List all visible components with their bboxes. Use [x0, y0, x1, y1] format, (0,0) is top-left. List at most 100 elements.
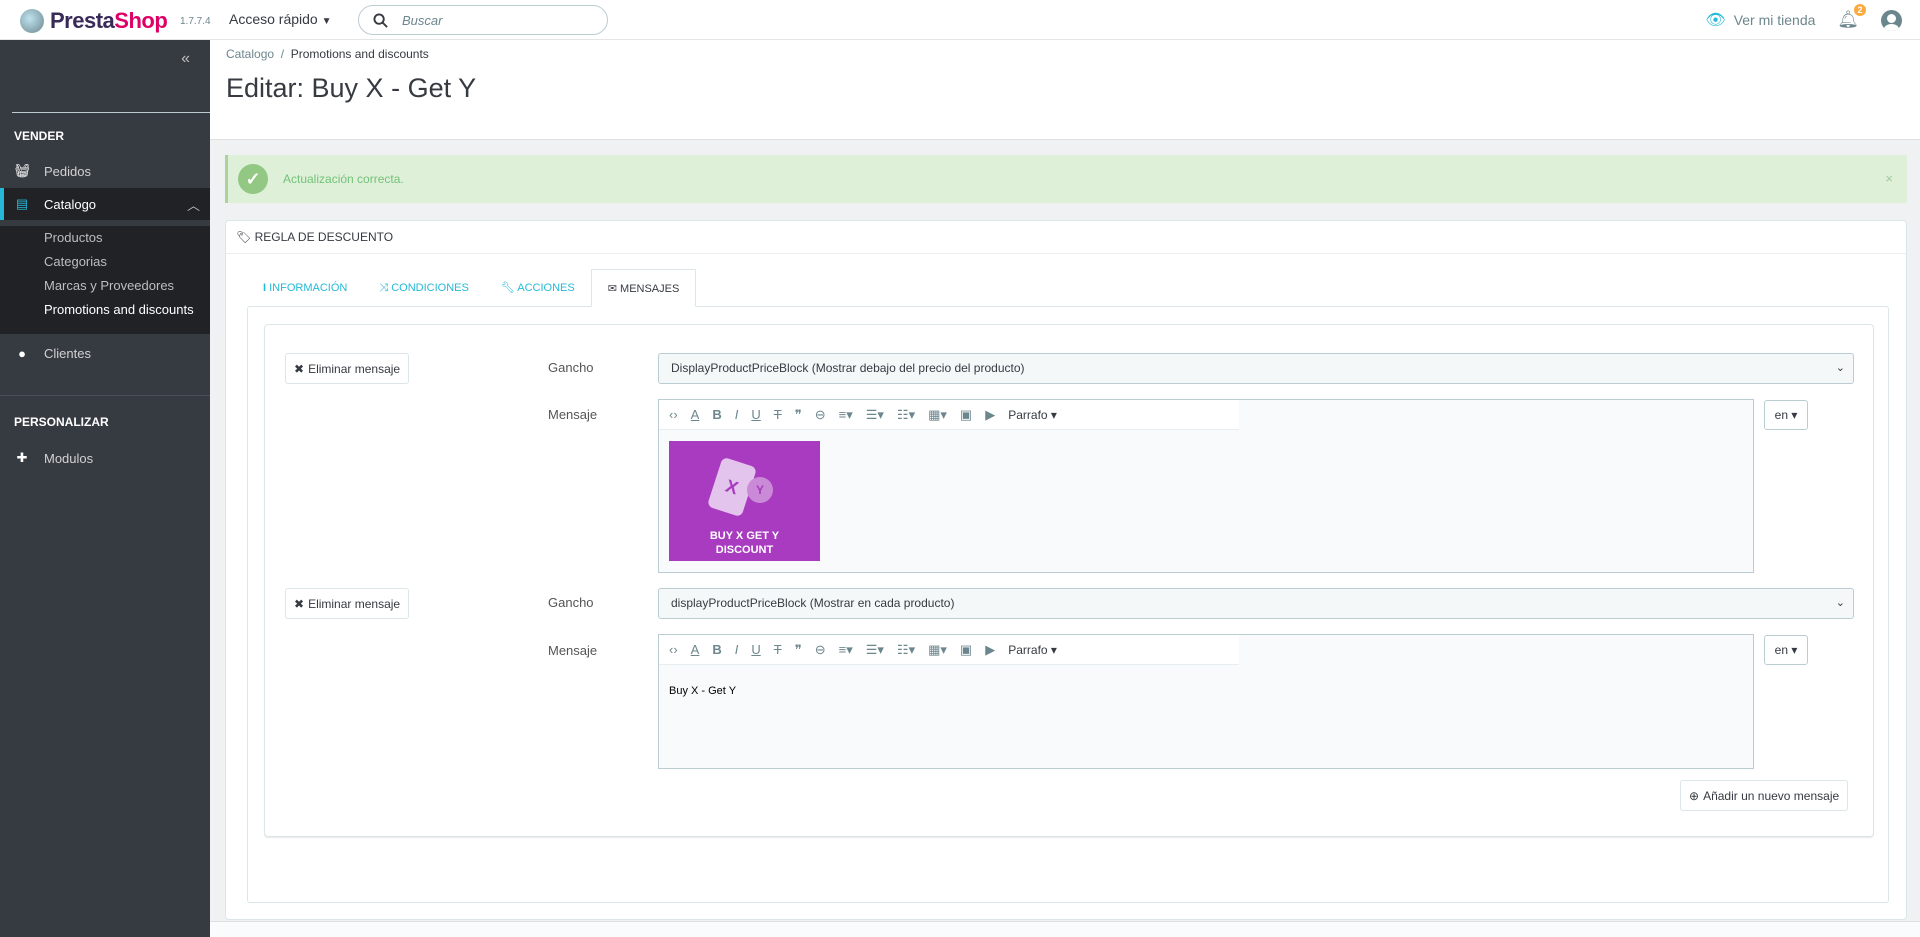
language-dropdown[interactable]: en ▾: [1764, 400, 1808, 430]
link-icon[interactable]: ⊖: [815, 642, 826, 658]
message-editor[interactable]: ‹› A B I U T ❞ ⊖ ≡▾ ☰▾ ☷▾ ▦▾ ▣ ▶ Parrafo ▾ Buy X - Get…: [658, 634, 1754, 769]
check-circle-icon: ✓: [238, 164, 268, 194]
video-icon[interactable]: ▶: [985, 642, 995, 658]
tab-label: MENSAJES: [620, 283, 680, 295]
discount-rule-card: 🏷︎ REGLA DE DESCUENTO i INFORMACIÓN ⤨ CO…: [225, 220, 1907, 920]
button-label: Eliminar mensaje: [308, 361, 401, 376]
tab-condiciones[interactable]: ⤨ CONDICIONES: [363, 269, 485, 307]
underline-icon[interactable]: U: [751, 407, 760, 422]
font-color-icon[interactable]: A: [691, 642, 700, 657]
hook-select[interactable]: displayProductPriceBlock (Mostrar en cad…: [658, 588, 1854, 619]
italic-icon[interactable]: I: [735, 407, 739, 422]
hook-label: Gancho: [548, 360, 594, 375]
quick-access-dropdown[interactable]: Acceso rápido ▼: [229, 11, 332, 27]
bold-icon[interactable]: B: [712, 407, 721, 422]
video-icon[interactable]: ▶: [985, 407, 995, 423]
code-view-icon[interactable]: ‹›: [669, 642, 678, 657]
info-icon: i: [263, 282, 267, 294]
image-icon[interactable]: ▣: [960, 642, 972, 658]
table-icon[interactable]: ▦▾: [928, 407, 947, 423]
sidebar: « VENDER 🧺︎ Pedidos ▤ Catalogo ︿ Productos …: [0, 40, 210, 937]
sidebar-item-label: Catalogo: [44, 196, 97, 212]
tab-acciones[interactable]: 🔧︎ ACCIONES: [485, 269, 591, 307]
font-color-icon[interactable]: A: [691, 407, 700, 422]
user-avatar-icon[interactable]: [1881, 9, 1902, 31]
image-caption-line: DISCOUNT: [715, 544, 774, 556]
brand-name: PrestaShop: [50, 8, 168, 33]
submenu-promotions[interactable]: Promotions and discounts: [0, 298, 210, 322]
image-icon[interactable]: ▣: [960, 407, 972, 423]
sidebar-divider: [12, 112, 210, 113]
top-bar: PrestaShop 1.7.7.4 Acceso rápido ▼ Busca…: [0, 0, 1920, 40]
code-view-icon[interactable]: ‹›: [669, 407, 678, 422]
tab-label: INFORMACIÓN: [269, 282, 348, 294]
message-editor[interactable]: ‹› A B I U T ❞ ⊖ ≡▾ ☰▾ ☷▾ ▦▾ ▣ ▶ Parrafo ▾ X Y BUY X G…: [658, 399, 1754, 573]
bold-icon[interactable]: B: [712, 642, 721, 657]
card-header: 🏷︎ REGLA DE DESCUENTO: [226, 221, 1906, 254]
submenu-categorias[interactable]: Categorias: [0, 250, 210, 274]
underline-icon[interactable]: U: [751, 642, 760, 657]
strikethrough-icon[interactable]: T: [774, 642, 782, 657]
tab-mensajes[interactable]: ✉ MENSAJES: [590, 269, 697, 307]
sidebar-divider: [0, 395, 210, 396]
tab-label: CONDICIONES: [391, 282, 469, 294]
numbered-list-icon[interactable]: ☷▾: [897, 642, 915, 658]
language-label: en: [1774, 408, 1788, 422]
align-icon[interactable]: ≡▾: [839, 642, 853, 658]
add-message-button[interactable]: ⊕ Añadir un nuevo mensaje: [1680, 780, 1849, 811]
success-alert: ✓ Actualización correcta. ×: [225, 155, 1907, 203]
section-title-personalizar: PERSONALIZAR: [14, 415, 109, 429]
collapse-sidebar-icon[interactable]: «: [181, 50, 190, 68]
tab-informacion[interactable]: i INFORMACIÓN: [247, 269, 363, 307]
delete-message-button[interactable]: ✖ Eliminar mensaje: [285, 353, 410, 384]
button-label: Añadir un nuevo mensaje: [1703, 788, 1840, 803]
editor-toolbar: ‹› A B I U T ❞ ⊖ ≡▾ ☰▾ ☷▾ ▦▾ ▣ ▶ Parrafo ▾: [659, 635, 1239, 665]
sidebar-item-modulos[interactable]: ✚ Modulos: [0, 442, 210, 474]
paragraph-format-dropdown[interactable]: Parrafo ▾: [1008, 408, 1057, 422]
sidebar-item-label: Modulos: [44, 450, 94, 466]
sidebar-item-catalogo[interactable]: ▤ Catalogo ︿: [0, 188, 210, 220]
link-icon[interactable]: ⊖: [815, 407, 826, 423]
table-icon[interactable]: ▦▾: [928, 642, 947, 658]
italic-icon[interactable]: I: [735, 642, 739, 657]
paragraph-format-dropdown[interactable]: Parrafo ▾: [1008, 643, 1057, 657]
sidebar-item-clientes[interactable]: ● Clientes: [0, 337, 210, 369]
notifications-button[interactable]: 🔔︎ 2: [1837, 4, 1866, 30]
align-icon[interactable]: ≡▾: [839, 407, 853, 423]
prestashop-logo[interactable]: PrestaShop: [20, 8, 168, 34]
numbered-list-icon[interactable]: ☷▾: [897, 407, 915, 423]
basket-icon: 🧺︎: [14, 163, 31, 178]
bullet-list-icon[interactable]: ☰▾: [866, 642, 884, 658]
submenu-marcas[interactable]: Marcas y Proveedores: [0, 274, 210, 298]
sidebar-item-label: Pedidos: [44, 163, 91, 179]
delete-message-button[interactable]: ✖ Eliminar mensaje: [285, 588, 410, 619]
store-icon: ▤: [15, 196, 29, 211]
breadcrumb-catalogo[interactable]: Catalogo: [226, 47, 274, 61]
quote-icon[interactable]: ❞: [795, 407, 802, 423]
x-icon: ✖: [294, 596, 305, 611]
eye-icon: 👁: [1705, 12, 1726, 29]
search-input[interactable]: Buscar: [358, 5, 608, 35]
view-store-link[interactable]: 👁 Ver mi tienda: [1705, 10, 1815, 30]
notification-badge: 2: [1854, 4, 1866, 16]
message-content[interactable]: Buy X - Get Y: [669, 685, 736, 697]
hook-value: DisplayProductPriceBlock (Mostrar debajo…: [671, 361, 1025, 375]
close-alert-icon[interactable]: ×: [1885, 171, 1893, 186]
bullet-list-icon[interactable]: ☰▾: [866, 407, 884, 423]
strikethrough-icon[interactable]: T: [774, 407, 782, 422]
image-caption: BUY X GET Y DISCOUNT: [669, 529, 820, 557]
message-label: Mensaje: [548, 643, 598, 658]
alert-text: Actualización correcta.: [283, 172, 404, 186]
paragraph-label: Parrafo: [1008, 407, 1048, 422]
tabs: i INFORMACIÓN ⤨ CONDICIONES 🔧︎ ACCIONES …: [247, 269, 697, 307]
editor-toolbar: ‹› A B I U T ❞ ⊖ ≡▾ ☰▾ ☷▾ ▦▾ ▣ ▶ Parrafo ▾: [659, 400, 1239, 430]
language-dropdown[interactable]: en ▾: [1764, 635, 1808, 665]
hook-label: Gancho: [548, 595, 594, 610]
chevron-down-icon: ⌄: [1835, 597, 1845, 609]
envelope-icon: ✉: [607, 283, 617, 295]
sidebar-item-pedidos[interactable]: 🧺︎ Pedidos: [0, 155, 210, 187]
hook-select[interactable]: DisplayProductPriceBlock (Mostrar debajo…: [658, 353, 1854, 384]
page-title: Editar: Buy X - Get Y: [226, 73, 477, 103]
submenu-productos[interactable]: Productos: [0, 226, 210, 250]
quote-icon[interactable]: ❞: [795, 642, 802, 658]
